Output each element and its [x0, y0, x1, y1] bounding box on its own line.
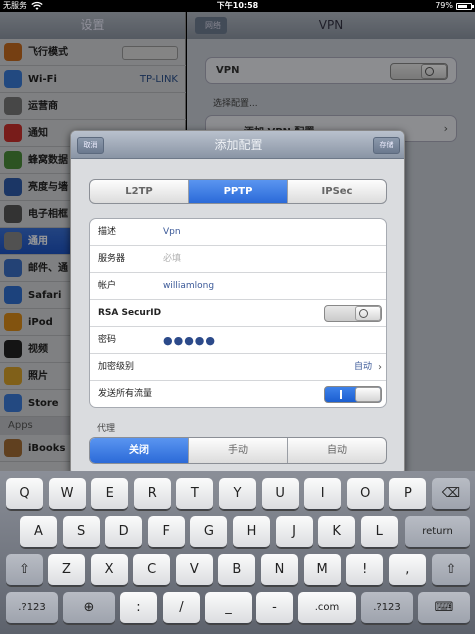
key-v[interactable]: V [175, 554, 213, 586]
key-z[interactable]: Z [48, 554, 85, 586]
key-y[interactable]: Y [219, 478, 256, 510]
proxy-manual[interactable]: 手动 [189, 438, 288, 463]
key-c[interactable]: C [133, 554, 171, 586]
key-j[interactable]: J [275, 516, 313, 548]
shift-right-icon: ⇧ [445, 562, 457, 577]
tab-l2tp[interactable]: L2TP [90, 180, 189, 203]
account-label: 帐户 [98, 281, 117, 291]
password-row[interactable]: 密码 ●●●●● [90, 327, 386, 354]
key-u[interactable]: U [261, 478, 299, 510]
keyboard: Q W E R T Y U I O P ⌫ A S D F G H J K Lreturn ⇧ Z X C V B N M!, ⇧ .?1… [0, 471, 475, 634]
key-n[interactable]: N [261, 554, 298, 586]
return-key[interactable]: return [405, 516, 470, 548]
key-r[interactable]: R [133, 478, 171, 510]
key-g[interactable]: G [190, 516, 228, 548]
proxy-label: 代理 [97, 424, 116, 434]
battery-fill [458, 4, 467, 8]
globe-key[interactable]: ⊕ [63, 592, 115, 624]
keyboard-hide-key[interactable]: ⌨ [418, 592, 470, 624]
key-p[interactable]: P [389, 478, 427, 510]
rsa-label: RSA SecurID [98, 308, 162, 318]
add-config-dialog: 取消 添加配置 存储 L2TP PPTP IPSec 描述 Vpn 服务器 必填… [70, 130, 405, 476]
description-field[interactable]: Vpn [163, 219, 181, 246]
clock: 下午10:58 [216, 1, 259, 10]
numbers-key[interactable]: .?123 [6, 592, 58, 624]
key-w[interactable]: W [48, 478, 86, 510]
shift-left-key[interactable]: ⇧ [6, 554, 43, 586]
dialog-navbar: 取消 添加配置 存储 [71, 131, 404, 159]
description-label: 描述 [98, 227, 117, 237]
send-all-row: 发送所有流量 [90, 381, 386, 407]
encryption-value: 自动 [353, 362, 372, 372]
dotcom-key[interactable]: .com [298, 592, 356, 624]
save-button[interactable]: 存储 [373, 137, 400, 154]
chevron-right-icon: › [378, 362, 382, 373]
key-colon[interactable]: : [120, 592, 157, 624]
send-all-switch[interactable] [324, 386, 382, 403]
backspace-icon: ⌫ [441, 486, 461, 501]
key-underscore[interactable]: _ [205, 592, 252, 624]
key-l[interactable]: L [360, 516, 398, 548]
key-a[interactable]: A [20, 516, 57, 548]
key-b[interactable]: B [218, 554, 256, 586]
tab-pptp[interactable]: PPTP [189, 180, 288, 203]
proxy-auto[interactable]: 自动 [288, 438, 386, 463]
status-bar: 无服务 下午10:58 79% [0, 0, 475, 12]
dialog-title: 添加配置 [214, 138, 263, 152]
key-d[interactable]: D [105, 516, 143, 548]
shift-left-icon: ⇧ [19, 562, 30, 577]
server-row[interactable]: 服务器 必填 [90, 246, 386, 273]
switch-off-icon [359, 309, 368, 318]
rsa-row: RSA SecurID [90, 300, 386, 327]
key-punct-7[interactable]: ! [346, 554, 384, 586]
server-label: 服务器 [98, 254, 126, 264]
key-e[interactable]: E [91, 478, 129, 510]
battery-percent: 79% [435, 1, 453, 10]
key-o[interactable]: O [346, 478, 384, 510]
account-field[interactable]: williamlong [163, 273, 214, 300]
proxy-off[interactable]: 关闭 [90, 438, 189, 463]
proxy-selector: 关闭 手动 自动 [89, 437, 387, 464]
key-f[interactable]: F [147, 516, 185, 548]
globe-icon: ⊕ [83, 600, 95, 615]
encryption-label: 加密级别 [98, 362, 135, 372]
rsa-switch[interactable] [324, 305, 382, 322]
server-field[interactable]: 必填 [163, 246, 181, 273]
config-form: 描述 Vpn 服务器 必填 帐户 williamlong RSA SecurID… [89, 218, 387, 408]
numbers-right-key[interactable]: .?123 [361, 592, 413, 624]
key-dash[interactable]: - [256, 592, 293, 624]
account-row[interactable]: 帐户 williamlong [90, 273, 386, 300]
send-all-switch-knob [355, 387, 381, 402]
send-all-label: 发送所有流量 [98, 389, 153, 399]
switch-on-icon [340, 390, 342, 399]
key-i[interactable]: I [304, 478, 342, 510]
password-field[interactable]: ●●●●● [163, 327, 216, 354]
key-x[interactable]: X [90, 554, 128, 586]
key-k[interactable]: K [318, 516, 356, 548]
key-underscore: _ [225, 600, 232, 615]
key-colon: : [136, 600, 141, 615]
description-row[interactable]: 描述 Vpn [90, 219, 386, 246]
key-punct-8[interactable]: , [388, 554, 426, 586]
key-h[interactable]: H [233, 516, 270, 548]
battery-icon [456, 2, 474, 10]
encryption-row[interactable]: 加密级别 自动 › [90, 354, 386, 381]
shift-right-key[interactable]: ⇧ [432, 554, 470, 586]
key-m[interactable]: M [303, 554, 341, 586]
vpn-type-selector: L2TP PPTP IPSec [89, 179, 387, 204]
password-label: 密码 [98, 335, 117, 345]
backspace-key[interactable]: ⌫ [432, 478, 470, 510]
key-q[interactable]: Q [6, 478, 43, 510]
key-slash[interactable]: / [163, 592, 200, 624]
key-s[interactable]: S [62, 516, 100, 548]
keyboard-hide-icon: ⌨ [434, 600, 454, 615]
key-t[interactable]: T [176, 478, 214, 510]
tab-ipsec[interactable]: IPSec [288, 180, 386, 203]
